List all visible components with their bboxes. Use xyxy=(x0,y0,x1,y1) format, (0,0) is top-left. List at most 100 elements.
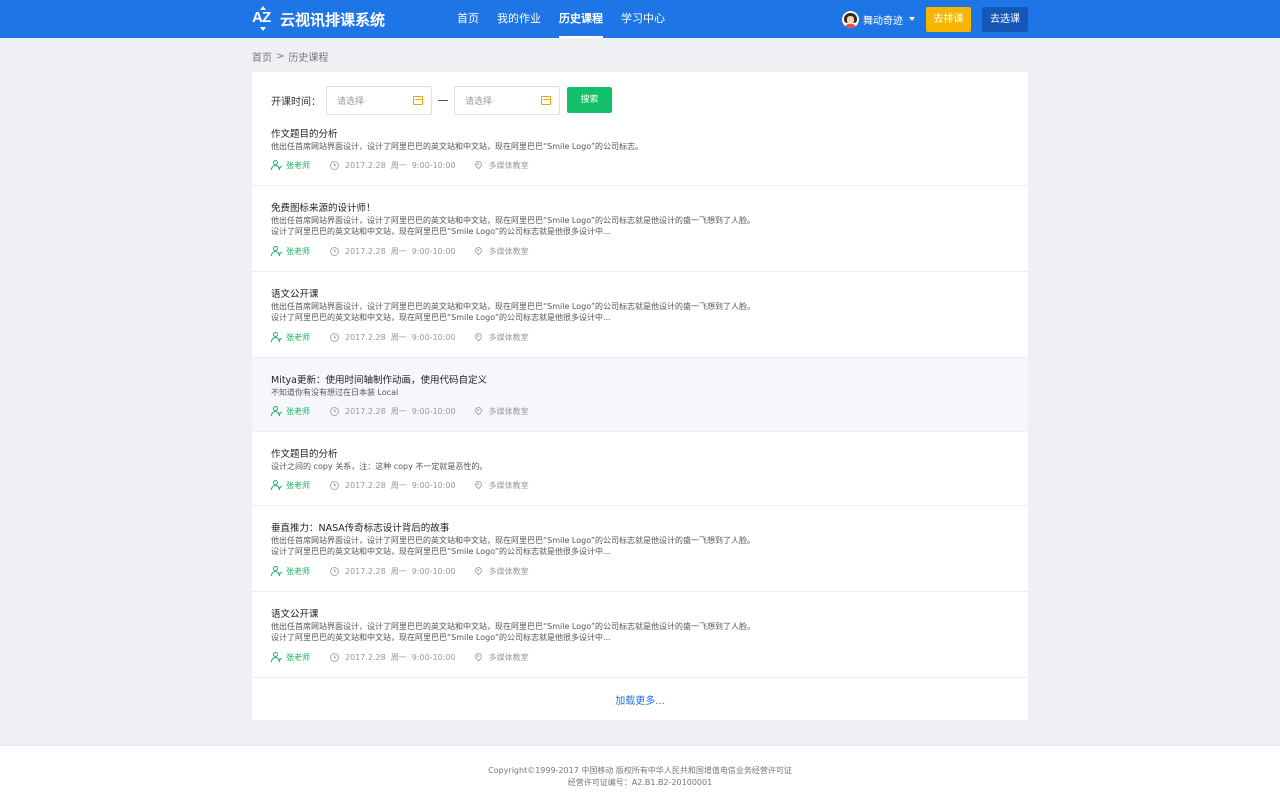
user-menu[interactable]: 舞动奇迹 xyxy=(842,9,915,29)
course-meta: 张老师 2017.2.28 周一 9:00-10:00 多媒体教室 xyxy=(271,479,529,491)
course-timeslot: 9:00-10:00 xyxy=(411,566,456,576)
calendar-icon xyxy=(541,95,551,105)
course-meta: 张老师 2017.2.28 周一 9:00-10:00 多媒体教室 xyxy=(271,405,529,417)
teacher: 张老师 xyxy=(271,160,310,171)
course-timeslot: 9:00-10:00 xyxy=(411,652,456,662)
course-title: 作文题目的分析 xyxy=(271,129,338,140)
course-item[interactable]: 垂直推力：NASA传奇标志设计背后的故事 他出任首席网站界面设计，设计了阿里巴巴… xyxy=(252,506,1028,592)
course-description: 设计之间的 copy 关系，注：这种 copy 不一定就是恶性的。 xyxy=(271,462,488,471)
course-timeslot: 9:00-10:00 xyxy=(411,480,456,490)
course-description-line2: 设计了阿里巴巴的英文站和中文站，现在阿里巴巴“Smile Logo”的公司标志就… xyxy=(271,227,611,236)
nav-item-home[interactable]: 首页 xyxy=(448,0,488,38)
nav-item-my-homework[interactable]: 我的作业 xyxy=(488,0,550,38)
start-date-placeholder: 请选择 xyxy=(337,96,365,107)
course-title: 语文公开课 xyxy=(271,609,319,620)
course-description: 他出任首席网站界面设计，设计了阿里巴巴的英文站和中文站，现在阿里巴巴“Smile… xyxy=(271,536,755,545)
breadcrumb-current: 历史课程 xyxy=(288,52,329,64)
course-item[interactable]: 语文公开课 他出任首席网站界面设计，设计了阿里巴巴的英文站和中文站，现在阿里巴巴… xyxy=(252,272,1028,358)
course-time: 2017.2.28 周一 9:00-10:00 xyxy=(330,406,456,417)
teacher-name: 张老师 xyxy=(286,332,310,342)
course-time: 2017.2.28 周一 9:00-10:00 xyxy=(330,160,456,171)
app-title: 云视讯排课系统 xyxy=(280,10,386,29)
course-description: 他出任首席网站界面设计，设计了阿里巴巴的英文站和中文站，现在阿里巴巴“Smile… xyxy=(271,302,755,311)
place-name: 多媒体教室 xyxy=(488,652,529,662)
place-name: 多媒体教室 xyxy=(488,160,529,170)
course-meta: 张老师 2017.2.28 周一 9:00-10:00 多媒体教室 xyxy=(271,651,529,663)
start-date-picker[interactable]: 请选择 xyxy=(326,85,432,115)
course-item[interactable]: 作文题目的分析 他出任首席网站界面设计，设计了阿里巴巴的英文站和中文站，现在阿里… xyxy=(252,118,1028,186)
breadcrumb-home[interactable]: 首页 xyxy=(252,49,272,64)
course-description-line2: 设计了阿里巴巴的英文站和中文站，现在阿里巴巴“Smile Logo”的公司标志就… xyxy=(271,313,611,322)
course-timeslot: 9:00-10:00 xyxy=(411,160,456,170)
course-date: 2017.2.28 xyxy=(345,160,386,170)
course-date: 2017.2.28 xyxy=(345,480,386,490)
teacher-name: 张老师 xyxy=(286,566,310,576)
course-weekday: 周一 xyxy=(390,160,407,170)
course-timeslot: 9:00-10:00 xyxy=(411,332,456,342)
course-description: 他出任首席网站界面设计，设计了阿里巴巴的英文站和中文站，现在阿里巴巴“Smile… xyxy=(271,622,755,631)
date-filter: 开课时间： 请选择 请选择 搜索 xyxy=(271,85,612,115)
load-more-link[interactable]: 加载更多... xyxy=(252,692,1028,707)
course-place: 多媒体教室 xyxy=(473,245,529,257)
course-date: 2017.2.28 xyxy=(345,566,386,576)
teacher-icon xyxy=(271,160,283,170)
location-pin-icon xyxy=(473,245,484,256)
place-name: 多媒体教室 xyxy=(488,406,529,416)
course-meta: 张老师 2017.2.28 周一 9:00-10:00 多媒体教室 xyxy=(271,565,529,577)
course-weekday: 周一 xyxy=(390,406,407,416)
course-item[interactable]: 作文题目的分析 设计之间的 copy 关系，注：这种 copy 不一定就是恶性的… xyxy=(252,432,1028,506)
course-description: 他出任首席网站界面设计，设计了阿里巴巴的英文站和中文站，现在阿里巴巴“Smile… xyxy=(271,142,643,151)
teacher-name: 张老师 xyxy=(286,480,310,490)
teacher-name: 张老师 xyxy=(286,246,310,256)
teacher-icon xyxy=(271,480,283,490)
course-list-card: 开课时间： 请选择 请选择 搜索 作文题目的分析 他出任首席网站界面设计，设计了… xyxy=(252,72,1028,720)
course-title: Mitya更新：使用时间轴制作动画，使用代码自定义 xyxy=(271,375,488,386)
nav-item-learning-center[interactable]: 学习中心 xyxy=(612,0,674,38)
course-title: 作文题目的分析 xyxy=(271,449,338,460)
course-weekday: 周一 xyxy=(390,480,407,490)
course-date: 2017.2.28 xyxy=(345,246,386,256)
clock-icon xyxy=(330,566,339,576)
course-timeslot: 9:00-10:00 xyxy=(411,406,456,416)
clock-icon xyxy=(330,246,339,256)
course-weekday: 周一 xyxy=(390,332,407,342)
course-timeslot: 9:00-10:00 xyxy=(411,246,456,256)
breadcrumb: 首页 > 历史课程 xyxy=(252,49,329,64)
app-logo[interactable]: AZ 云视讯排课系统 xyxy=(252,6,386,31)
course-item[interactable]: 免费图标来源的设计师！ 他出任首席网站界面设计，设计了阿里巴巴的英文站和中文站，… xyxy=(252,186,1028,272)
place-name: 多媒体教室 xyxy=(488,480,529,490)
footer-license: 经营许可证编号：A2.B1.B2-20100001 xyxy=(567,778,713,787)
breadcrumb-separator: > xyxy=(276,50,285,62)
course-place: 多媒体教室 xyxy=(473,565,529,577)
location-pin-icon xyxy=(473,651,484,662)
course-item[interactable]: Mitya更新：使用时间轴制作动画，使用代码自定义 不知道你有没有想过在日本装 … xyxy=(252,358,1028,432)
end-date-picker[interactable]: 请选择 xyxy=(454,85,560,115)
location-pin-icon xyxy=(473,405,484,416)
course-description: 不知道你有没有想过在日本装 Local xyxy=(271,388,399,397)
top-navigation-bar: AZ 云视讯排课系统 首页 我的作业 历史课程 学习中心 舞动奇迹 去排课 去选… xyxy=(0,0,1280,38)
search-button[interactable]: 搜索 xyxy=(567,87,612,113)
course-place: 多媒体教室 xyxy=(473,159,529,171)
nav-item-history-courses[interactable]: 历史课程 xyxy=(550,0,612,38)
arrange-course-button[interactable]: 去排课 xyxy=(926,7,971,32)
clock-icon xyxy=(330,652,339,662)
teacher-icon xyxy=(271,332,283,342)
course-description-line2: 设计了阿里巴巴的英文站和中文站，现在阿里巴巴“Smile Logo”的公司标志就… xyxy=(271,547,611,556)
az-logo-icon: AZ xyxy=(252,6,274,31)
course-time: 2017.2.28 周一 9:00-10:00 xyxy=(330,332,456,343)
course-meta: 张老师 2017.2.28 周一 9:00-10:00 多媒体教室 xyxy=(271,245,529,257)
footer-copyright: Copyright©1999-2017 中国移动 版权所有中华人民共和国增值电信… xyxy=(488,766,792,775)
clock-icon xyxy=(330,480,339,490)
select-course-button[interactable]: 去选课 xyxy=(982,7,1028,32)
location-pin-icon xyxy=(473,159,484,170)
course-time: 2017.2.28 周一 9:00-10:00 xyxy=(330,480,456,491)
course-date: 2017.2.28 xyxy=(345,652,386,662)
teacher: 张老师 xyxy=(271,406,310,417)
course-title: 语文公开课 xyxy=(271,289,319,300)
course-time: 2017.2.28 周一 9:00-10:00 xyxy=(330,652,456,663)
clock-icon xyxy=(330,406,339,416)
course-item[interactable]: 语文公开课 他出任首席网站界面设计，设计了阿里巴巴的英文站和中文站，现在阿里巴巴… xyxy=(252,592,1028,678)
teacher-icon xyxy=(271,566,283,576)
clock-icon xyxy=(330,332,339,342)
teacher: 张老师 xyxy=(271,480,310,491)
